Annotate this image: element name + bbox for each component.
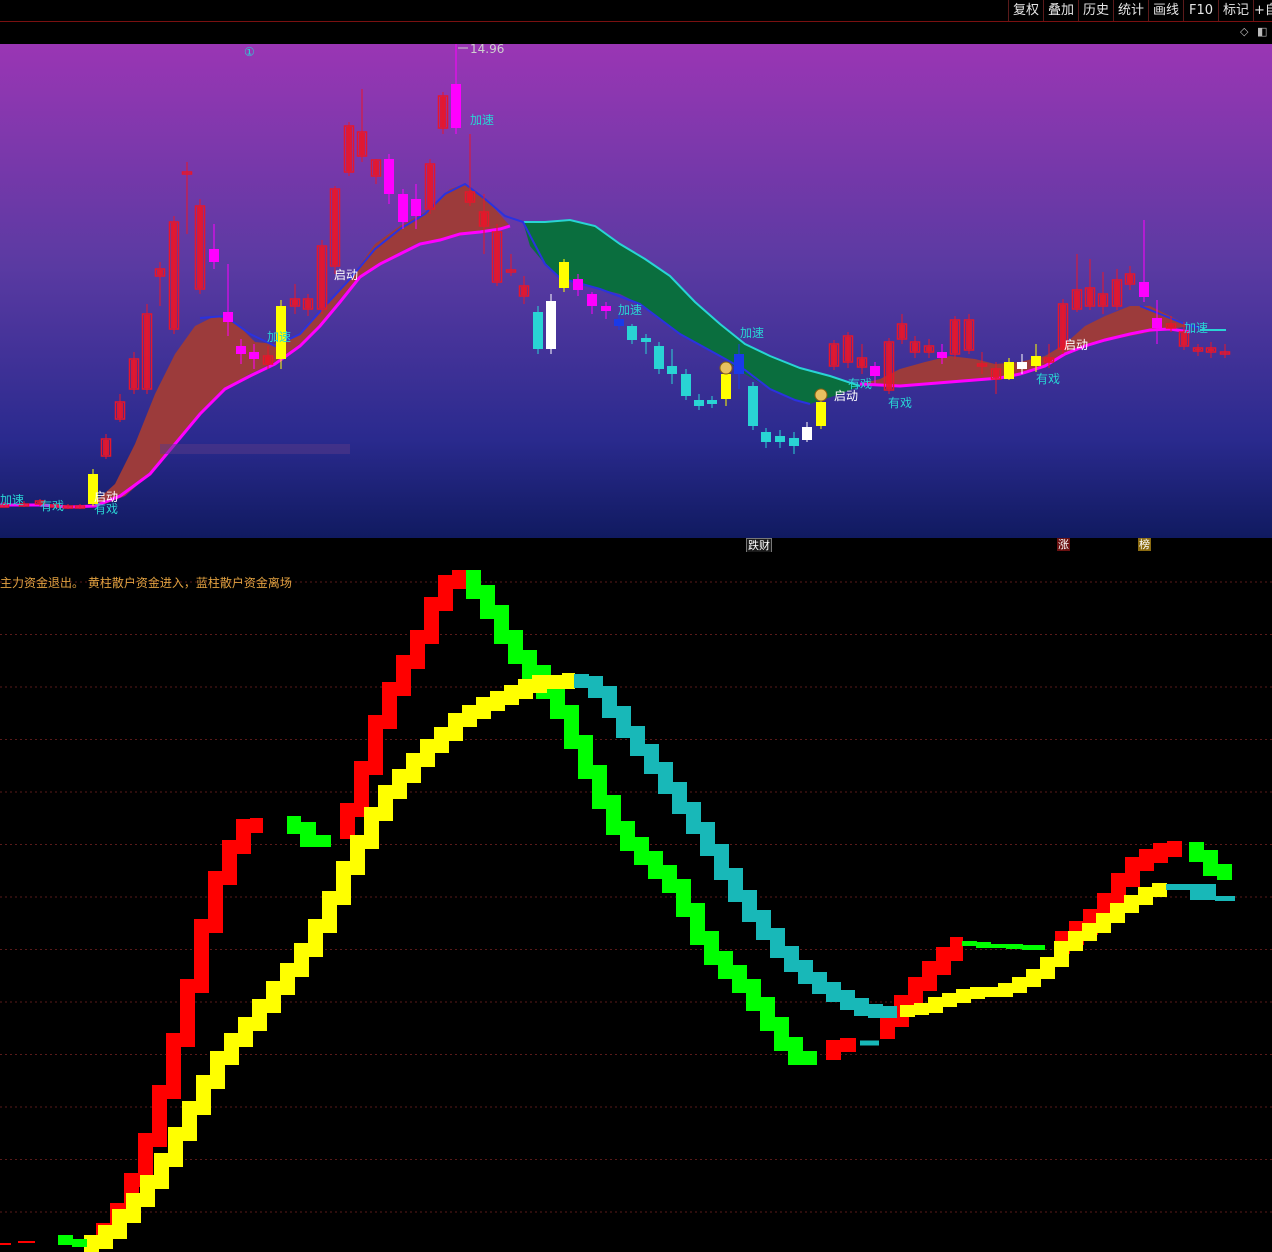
signal-label-accelerate: 加速 <box>267 330 291 344</box>
mark-button[interactable]: 标记 <box>1218 0 1253 21</box>
draw-line-button[interactable]: 画线 <box>1148 0 1183 21</box>
circle-marker-label: ① <box>244 45 255 59</box>
step-series <box>860 1040 879 1046</box>
signal-label-show: 有戏 <box>40 499 64 513</box>
signal-label-accelerate: 加速 <box>470 113 494 127</box>
signal-label-accelerate: 加速 <box>740 326 764 340</box>
money-bag-icon <box>719 361 733 375</box>
indicator-background <box>0 552 1272 1252</box>
signal-label-show: 有戏 <box>888 396 912 410</box>
step-series <box>0 1243 11 1245</box>
marker-dieCai[interactable]: 跌财 <box>746 538 772 553</box>
signal-label-show: 有戏 <box>1036 372 1060 386</box>
signal-label-start: 启动 <box>334 268 358 282</box>
step-series <box>18 1241 35 1243</box>
signal-label-start: 启动 <box>834 389 858 403</box>
top-toolbar: 复权 叠加 历史 统计 画线 F10 标记 +自 <box>0 0 1272 22</box>
window-icon[interactable]: ◧ <box>1257 25 1267 38</box>
signal-label-accelerate: 加速 <box>0 493 24 507</box>
candlestick-chart[interactable]: 加速 有戏启动有戏加速启动加速加速加速启动有戏有戏有戏启动加速 14.96 ① <box>0 44 1272 538</box>
candle <box>533 306 543 354</box>
add-watchlist-button[interactable]: +自 <box>1253 0 1272 21</box>
history-button[interactable]: 历史 <box>1078 0 1113 21</box>
fund-flow-indicator[interactable] <box>0 552 1272 1252</box>
signal-label-accelerate: 加速 <box>618 303 642 317</box>
restore-rights-button[interactable]: 复权 <box>1008 0 1043 21</box>
signal-label-show: 有戏 <box>94 502 118 516</box>
signal-label-show: 有戏 <box>848 377 872 391</box>
top-strip <box>0 22 1272 44</box>
candle <box>546 294 556 354</box>
f10-button[interactable]: F10 <box>1183 0 1218 21</box>
statistics-button[interactable]: 统计 <box>1113 0 1148 21</box>
money-bag-icon <box>814 388 828 402</box>
marker-zhang[interactable]: 涨 <box>1057 538 1070 551</box>
candle <box>748 382 758 430</box>
diamond-icon[interactable]: ◇ <box>1240 25 1248 38</box>
overlay-button[interactable]: 叠加 <box>1043 0 1078 21</box>
chart-divider <box>0 538 1272 553</box>
indicator-legend: 主力资金退出。 黄柱散户资金进入，蓝柱散户资金离场 <box>0 576 292 590</box>
marker-bang[interactable]: 榜 <box>1138 538 1151 551</box>
candle <box>559 259 569 292</box>
high-price-label: 14.96 <box>470 44 504 56</box>
signal-label-start: 启动 <box>1064 338 1088 352</box>
signal-label-accelerate: 加速 <box>1184 321 1208 335</box>
